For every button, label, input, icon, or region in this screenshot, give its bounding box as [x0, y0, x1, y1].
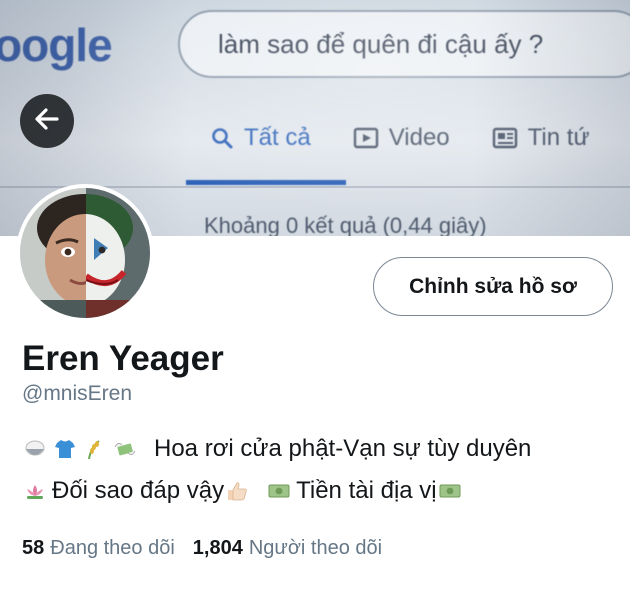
bio-line-2-text-a: Đối sao đáp vậy: [52, 477, 225, 504]
news-icon: [492, 126, 518, 150]
edit-profile-button[interactable]: Chỉnh sửa hồ sơ: [373, 257, 613, 316]
banner-tab-all-label: Tất cả: [244, 124, 311, 151]
follow-stats: 58 Đang theo dõi 1,804 Người theo dõi: [22, 537, 400, 560]
banner-search-box: làm sao để quên đi cậu ấy ?: [178, 10, 630, 78]
back-button[interactable]: [20, 94, 74, 148]
banner-tab-news: Tin tứ: [492, 124, 590, 152]
tshirt-emoji: [52, 436, 78, 462]
video-icon: [353, 126, 379, 150]
banner-result-stats: Khoảng 0 kết quả (0,44 giây): [204, 213, 487, 236]
banknote-emoji: [266, 478, 292, 504]
bio-line-1: Hoa rơi cửa phật-Vạn sự tùy duyên: [22, 428, 622, 470]
banner-tab-video: Video: [353, 124, 450, 152]
banner-search-query: làm sao để quên đi cậu ấy ?: [218, 29, 544, 59]
avatar-image: [20, 188, 150, 318]
search-icon: [210, 126, 234, 150]
profile-bio: Hoa rơi cửa phật-Vạn sự tùy duyên Đối sa…: [22, 428, 622, 512]
lotus-emoji: [22, 478, 48, 504]
following-count[interactable]: 58: [22, 537, 44, 560]
username-handle: @mnisEren: [22, 382, 133, 405]
bio-line-1-text: Hoa rơi cửa phật-Vạn sự tùy duyên: [154, 435, 532, 462]
banner-search-tabs: Tất cả Video Tin tứ: [210, 124, 590, 152]
followers-count[interactable]: 1,804: [193, 537, 243, 560]
banner-tab-video-label: Video: [388, 124, 450, 151]
avatar[interactable]: [16, 184, 154, 322]
bio-line-2: Đối sao đáp vậy Tiền tài địa vị: [22, 470, 622, 512]
google-logo: oogle: [0, 18, 113, 72]
money-wings-emoji: [112, 436, 138, 462]
arrow-left-icon: [33, 105, 61, 138]
banner-tab-all: Tất cả: [210, 124, 311, 152]
following-label[interactable]: Đang theo dõi: [50, 537, 175, 560]
banner-tab-underline: [186, 180, 346, 185]
thumbs-up-emoji: [224, 478, 250, 504]
banknote-emoji: [437, 478, 463, 504]
banner-tab-news-label: Tin tứ: [527, 124, 590, 151]
followers-label[interactable]: Người theo dõi: [249, 537, 382, 560]
google-logo-text: oogle: [0, 19, 113, 71]
display-name: Eren Yeager: [22, 339, 224, 378]
bio-line-2-text-b: Tiền tài địa vị: [296, 477, 437, 504]
rice-plant-emoji: [82, 436, 108, 462]
rice-bowl-emoji: [22, 436, 48, 462]
